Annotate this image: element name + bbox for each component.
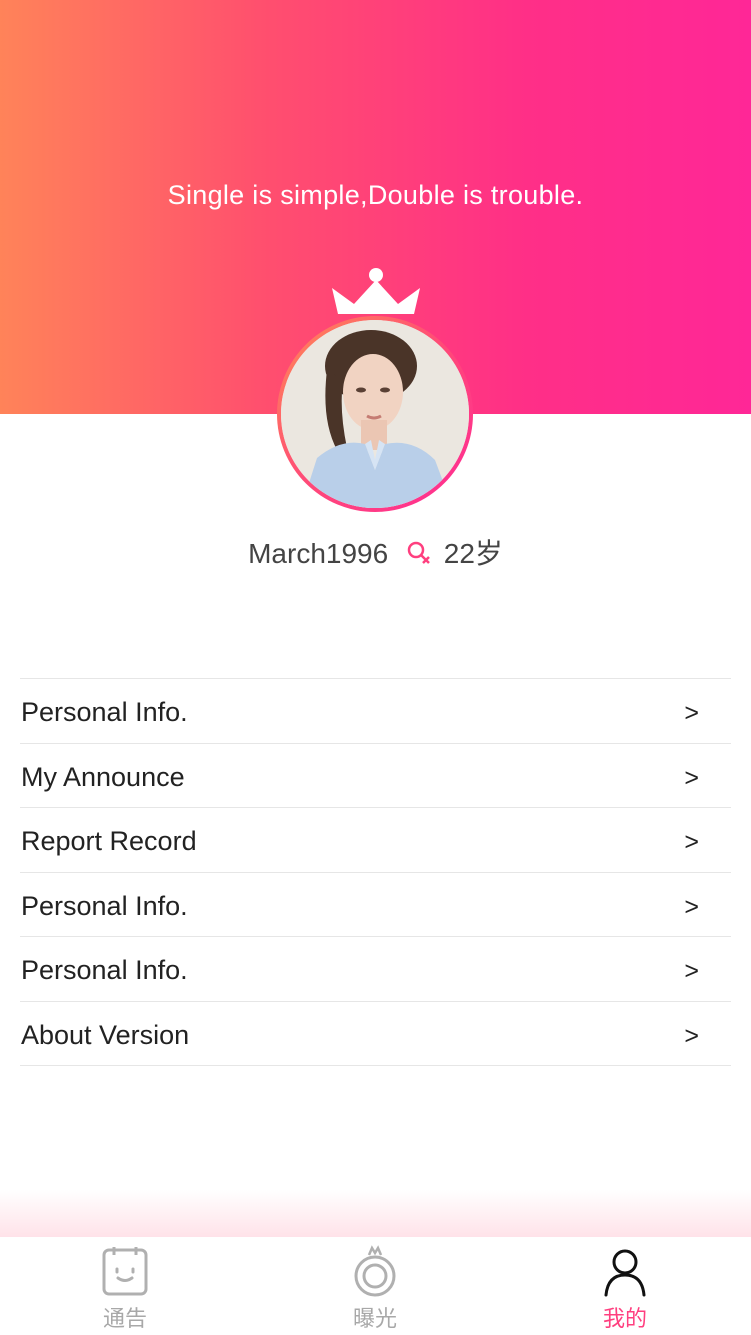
tab-mine[interactable]: 我的 [500, 1237, 750, 1335]
menu-item-my-announce[interactable]: My Announce > [20, 744, 731, 808]
user-info: March1996 22岁 [0, 532, 751, 572]
tabbar-shadow [0, 1190, 751, 1238]
chevron-right-icon: > [684, 828, 699, 856]
tab-label: 曝光 [352, 1306, 397, 1331]
menu-item-about-version[interactable]: About Version > [20, 1002, 731, 1066]
tab-label: 通告 [102, 1306, 147, 1331]
chevron-right-icon: > [684, 892, 699, 921]
menu-item-label: About Version [21, 1019, 190, 1050]
tab-label: 我的 [602, 1306, 647, 1331]
username: March1996 [248, 538, 389, 569]
chevron-right-icon: > [684, 957, 699, 985]
avatar[interactable] [277, 316, 473, 512]
chevron-right-icon: > [684, 1021, 699, 1050]
menu-item-label: My Announce [21, 761, 185, 792]
announcement-icon [102, 1247, 148, 1296]
avatar-photo [281, 320, 469, 508]
header-motto: Single is simple,Double is trouble. [167, 180, 584, 210]
menu-item-personal-info[interactable]: Personal Info. > [20, 679, 731, 744]
tab-exposure[interactable]: 曝光 [250, 1237, 500, 1335]
exposure-icon [354, 1245, 396, 1297]
menu-item-report-record[interactable]: Report Record > [20, 808, 731, 873]
bottom-tab-bar: 通告 曝光 我的 [0, 1237, 751, 1335]
female-icon [407, 541, 430, 564]
user-age: 22岁 [443, 538, 503, 569]
menu-item-label: Personal Info. [21, 697, 188, 727]
menu-item-label: Personal Info. [21, 890, 188, 921]
settings-menu: Personal Info. > My Announce > Report Re… [20, 678, 731, 1066]
menu-item-label: Personal Info. [21, 955, 188, 985]
chevron-right-icon: > [684, 699, 699, 727]
chevron-right-icon: > [684, 763, 699, 792]
menu-item-personal-info-3[interactable]: Personal Info. > [20, 937, 731, 1002]
menu-item-personal-info-2[interactable]: Personal Info. > [20, 873, 731, 937]
tab-announcement[interactable]: 通告 [0, 1237, 250, 1335]
user-icon [604, 1249, 646, 1297]
crown-icon [332, 268, 420, 314]
menu-item-label: Report Record [21, 826, 197, 856]
